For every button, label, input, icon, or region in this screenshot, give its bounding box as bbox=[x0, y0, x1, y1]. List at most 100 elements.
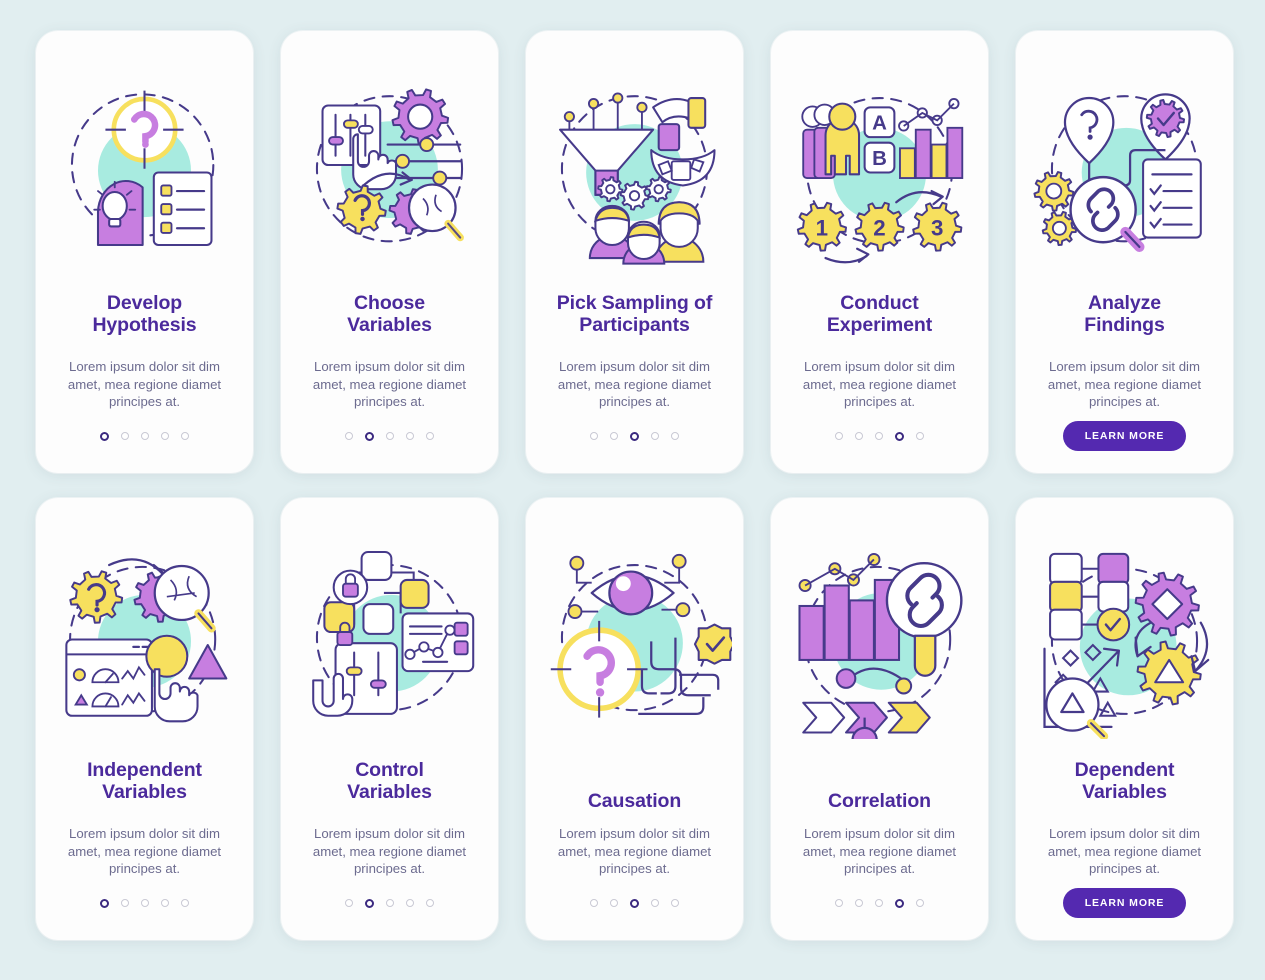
card-title-wrap: Choose Variables bbox=[281, 292, 498, 354]
page-indicator bbox=[345, 431, 434, 441]
page-dot[interactable] bbox=[386, 432, 394, 440]
onboarding-card: Independent Variables Lorem ipsum dolor si… bbox=[36, 498, 253, 940]
card-footer bbox=[771, 399, 988, 473]
onboarding-card: Causation Lorem ipsum dolor sit dim amet,… bbox=[526, 498, 743, 940]
pins-gears-magnifier-link-checklist-illustration bbox=[1025, 69, 1225, 274]
page-dot[interactable] bbox=[875, 899, 883, 907]
onboarding-card: Choose Variables Lorem ipsum dolor sit dim… bbox=[281, 31, 498, 473]
page-dot-active[interactable] bbox=[895, 431, 904, 441]
page-dot[interactable] bbox=[345, 899, 353, 907]
card-title-wrap: Analyze Findings bbox=[1016, 292, 1233, 354]
learn-more-button[interactable]: LEARN MORE bbox=[1062, 888, 1187, 918]
card-title: Control Variables bbox=[347, 759, 432, 804]
page-indicator bbox=[835, 898, 924, 908]
page-dot[interactable] bbox=[855, 899, 863, 907]
card-footer: LEARN MORE bbox=[1016, 866, 1233, 940]
onboarding-card: A B 1 2 3 Conduct Experiment Lorem ipsum d… bbox=[771, 31, 988, 473]
onboarding-card: Correlation Lorem ipsum dolor sit dim ame… bbox=[771, 498, 988, 940]
card-footer bbox=[771, 866, 988, 940]
page-dot-active[interactable] bbox=[365, 431, 374, 441]
page-dot[interactable] bbox=[141, 432, 149, 440]
page-dot-active[interactable] bbox=[100, 431, 109, 441]
page-indicator bbox=[590, 898, 679, 908]
page-dot[interactable] bbox=[671, 432, 679, 440]
page-dot-active[interactable] bbox=[630, 431, 639, 441]
card-footer bbox=[36, 399, 253, 473]
page-dot[interactable] bbox=[916, 432, 924, 440]
card-title: Choose Variables bbox=[347, 292, 432, 337]
page-dot[interactable] bbox=[916, 899, 924, 907]
page-dot[interactable] bbox=[875, 432, 883, 440]
page-dot[interactable] bbox=[345, 432, 353, 440]
page-dot[interactable] bbox=[386, 899, 394, 907]
card-title-wrap: Correlation bbox=[771, 759, 988, 821]
page-dot[interactable] bbox=[855, 432, 863, 440]
target-question-head-lightbulb-checklist-illustration bbox=[45, 69, 245, 274]
card-title-wrap: Independent Variables bbox=[36, 759, 253, 821]
page-dot[interactable] bbox=[161, 899, 169, 907]
card-title-wrap: Conduct Experiment bbox=[771, 292, 988, 354]
funnel-hand-people-gears-illustration bbox=[535, 69, 735, 274]
card-footer bbox=[526, 866, 743, 940]
page-dot-active[interactable] bbox=[630, 898, 639, 908]
page-dot[interactable] bbox=[610, 432, 618, 440]
barchart-magnifier-link-arrows-illustration bbox=[780, 536, 980, 741]
page-dot[interactable] bbox=[610, 899, 618, 907]
card-title: Causation bbox=[587, 789, 682, 812]
page-dot[interactable] bbox=[590, 432, 598, 440]
card-title: Develop Hypothesis bbox=[92, 292, 197, 337]
card-footer bbox=[281, 399, 498, 473]
page-dot[interactable] bbox=[121, 899, 129, 907]
svg-text:3: 3 bbox=[931, 215, 943, 240]
card-title-wrap: Causation bbox=[526, 759, 743, 821]
card-footer bbox=[36, 866, 253, 940]
page-dot-active[interactable] bbox=[895, 898, 904, 908]
page-dot[interactable] bbox=[426, 432, 434, 440]
card-title-wrap: Control Variables bbox=[281, 759, 498, 821]
card-title-wrap: Develop Hypothesis bbox=[36, 292, 253, 354]
card-title: Conduct Experiment bbox=[826, 292, 933, 337]
page-dot[interactable] bbox=[835, 899, 843, 907]
page-dot[interactable] bbox=[406, 899, 414, 907]
svg-text:2: 2 bbox=[873, 215, 885, 240]
page-dot-active[interactable] bbox=[100, 898, 109, 908]
sliders-gear-hand-magnifier-illustration bbox=[290, 69, 490, 274]
page-dot[interactable] bbox=[590, 899, 598, 907]
page-indicator bbox=[100, 898, 189, 908]
page-dot[interactable] bbox=[161, 432, 169, 440]
card-title: Pick Sampling of Participants bbox=[556, 292, 713, 337]
card-footer bbox=[526, 399, 743, 473]
card-title: Independent Variables bbox=[87, 759, 202, 804]
page-dot[interactable] bbox=[181, 899, 189, 907]
page-indicator bbox=[345, 898, 434, 908]
card-title: Correlation bbox=[828, 789, 931, 812]
card-footer: LEARN MORE bbox=[1016, 399, 1233, 473]
learn-more-button[interactable]: LEARN MORE bbox=[1062, 421, 1187, 451]
page-indicator bbox=[100, 431, 189, 441]
people-ab-test-barchart-gears-123-illustration: A B 1 2 3 bbox=[780, 69, 980, 274]
page-dot-active[interactable] bbox=[365, 898, 374, 908]
card-footer bbox=[281, 866, 498, 940]
page-dot[interactable] bbox=[141, 899, 149, 907]
eye-target-question-maze-badge-illustration bbox=[535, 536, 735, 741]
onboarding-card: Dependent Variables Lorem ipsum dolor sit … bbox=[1016, 498, 1233, 940]
page-dot[interactable] bbox=[671, 899, 679, 907]
page-dot[interactable] bbox=[651, 432, 659, 440]
svg-text:1: 1 bbox=[816, 215, 828, 240]
onboarding-card: Develop Hypothesis Lorem ipsum dolor sit d… bbox=[36, 31, 253, 473]
page-dot[interactable] bbox=[121, 432, 129, 440]
card-title: Dependent Variables bbox=[1074, 759, 1175, 804]
page-dot[interactable] bbox=[406, 432, 414, 440]
onboarding-card: Control Variables Lorem ipsum dolor sit di… bbox=[281, 498, 498, 940]
svg-text:B: B bbox=[872, 147, 887, 170]
page-dot[interactable] bbox=[426, 899, 434, 907]
onboarding-card: Pick Sampling of Participants Lorem ipsum … bbox=[526, 31, 743, 473]
nodes-lock-sliders-chart-illustration bbox=[290, 536, 490, 741]
page-dot[interactable] bbox=[651, 899, 659, 907]
gears-magnifier-dashboard-hand-illustration bbox=[45, 536, 245, 741]
page-dot[interactable] bbox=[835, 432, 843, 440]
page-dot[interactable] bbox=[181, 432, 189, 440]
onboarding-card: Analyze Findings Lorem ipsum dolor sit dim… bbox=[1016, 31, 1233, 473]
card-title: Analyze Findings bbox=[1084, 292, 1165, 337]
card-title-wrap: Dependent Variables bbox=[1016, 759, 1233, 821]
